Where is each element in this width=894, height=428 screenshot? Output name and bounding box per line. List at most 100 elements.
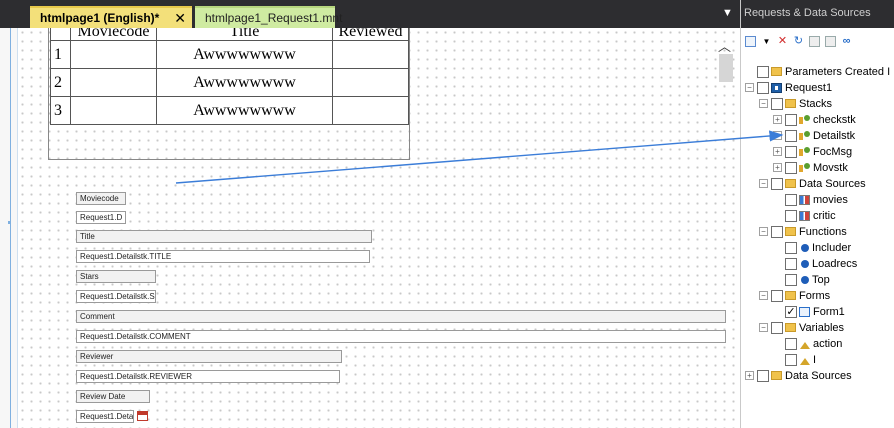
checkbox[interactable] — [785, 113, 797, 126]
table-row[interactable]: 1 Awwwwwwww — [50, 40, 409, 69]
tab-htmlpage1[interactable]: htmlpage1 (English)* ✕ — [30, 6, 192, 28]
dropdown-icon[interactable]: ▼ — [761, 36, 772, 47]
tab-htmlpage1-label: htmlpage1 (English)* — [40, 11, 160, 25]
checkbox-checked[interactable]: ✓ — [785, 305, 797, 318]
report-grid[interactable]: Moviecode Title Reviewed 1 Awwwwwwww 2 A… — [50, 28, 409, 125]
cell-reviewed — [332, 68, 409, 97]
tree-item-request1[interactable]: − Request1 — [745, 80, 832, 95]
checkbox[interactable] — [757, 369, 769, 382]
collapse-icon[interactable]: − — [745, 83, 754, 92]
tree-item-forms[interactable]: − Forms — [759, 288, 830, 303]
checkbox[interactable] — [771, 177, 783, 190]
label-reviewer[interactable]: Reviewer — [76, 350, 342, 363]
label-review-date[interactable]: Review Date — [76, 390, 150, 403]
tree-item-label: I — [813, 353, 817, 366]
checkbox[interactable] — [771, 321, 783, 334]
tree-item-root-data-sources[interactable]: + Data Sources — [745, 368, 852, 383]
tree-item-i[interactable]: I — [785, 352, 816, 367]
checkbox[interactable] — [771, 97, 783, 110]
checkbox[interactable] — [785, 209, 797, 222]
panel-title: Requests & Data Sources — [741, 0, 894, 28]
tree-item-stacks[interactable]: − Stacks — [759, 96, 832, 111]
tab-request1-mnt[interactable]: htmlpage1_Request1.mnt — [195, 6, 342, 28]
table-row[interactable]: 3 Awwwwwwww — [50, 96, 409, 125]
tree-item-label: action — [813, 337, 843, 350]
tree-item-critic[interactable]: critic — [785, 208, 836, 223]
ruler-marker — [8, 221, 11, 224]
field-review-date[interactable]: Request1.Detailstk — [76, 410, 134, 423]
tree-item-functions[interactable]: − Functions — [759, 224, 847, 239]
checkbox[interactable] — [785, 145, 797, 158]
field-title[interactable]: Request1.Detailstk.TITLE — [76, 250, 370, 263]
field-stars[interactable]: Request1.Detailstk.S — [76, 290, 156, 303]
checkbox[interactable] — [757, 65, 769, 78]
field-moviecode[interactable]: Request1.D — [76, 211, 126, 224]
calendar-icon[interactable] — [137, 411, 148, 421]
tree-item-variables[interactable]: − Variables — [759, 320, 844, 335]
checkbox[interactable] — [771, 289, 783, 302]
checkbox[interactable] — [785, 353, 797, 366]
folder-icon — [771, 371, 782, 380]
tree-item-form1[interactable]: ✓ Form1 — [785, 304, 845, 319]
expand-icon[interactable]: + — [745, 371, 754, 380]
scroll-up-icon[interactable]: ︿ — [718, 36, 731, 55]
checkbox[interactable] — [785, 193, 797, 206]
expand-icon[interactable]: + — [773, 163, 782, 172]
tree-item-label: Parameters Created I — [785, 65, 891, 78]
label-moviecode[interactable]: Moviecode — [76, 192, 126, 205]
folder-icon — [785, 99, 796, 108]
tab-dropdown-icon[interactable]: ▼ — [722, 7, 733, 19]
field-reviewer[interactable]: Request1.Detailstk.REVIEWER — [76, 370, 340, 383]
expand-icon[interactable]: + — [773, 147, 782, 156]
checkbox[interactable] — [785, 257, 797, 270]
tree-item-movies[interactable]: movies — [785, 192, 848, 207]
expand-icon[interactable]: + — [773, 115, 782, 124]
folder-icon — [785, 227, 796, 236]
design-canvas[interactable]: Moviecode Title Reviewed 1 Awwwwwwww 2 A… — [0, 28, 740, 428]
tree-item-checkstk[interactable]: + checkstk — [773, 112, 856, 127]
tree-item-parameters[interactable]: Parameters Created I — [757, 64, 890, 79]
link-icon[interactable]: ∞ — [841, 36, 852, 47]
tree-item-label: Stacks — [799, 97, 833, 110]
checkbox[interactable] — [785, 273, 797, 286]
table-row[interactable]: 2 Awwwwwwww — [50, 68, 409, 97]
grid-icon[interactable] — [825, 36, 836, 47]
properties-icon[interactable] — [809, 36, 820, 47]
tree-item-data-sources[interactable]: − Data Sources — [759, 176, 866, 191]
new-icon[interactable] — [745, 36, 756, 47]
collapse-icon[interactable]: − — [759, 323, 768, 332]
tree-item-movstk[interactable]: + Movstk — [773, 160, 848, 175]
checkbox[interactable] — [785, 337, 797, 350]
cell-moviecode — [70, 40, 157, 69]
row-number: 1 — [50, 40, 71, 69]
cell-reviewed — [332, 40, 409, 69]
checkbox[interactable] — [785, 129, 797, 142]
checkbox[interactable] — [785, 161, 797, 174]
stack-icon — [799, 162, 810, 173]
tree-item-action[interactable]: action — [785, 336, 842, 351]
tree-item-loadrecs[interactable]: Loadrecs — [785, 256, 857, 271]
checkbox[interactable] — [757, 81, 769, 94]
collapse-icon[interactable]: − — [759, 227, 768, 236]
expand-icon[interactable]: + — [773, 131, 782, 140]
checkbox[interactable] — [785, 241, 797, 254]
tree-item-detailstk[interactable]: + Detailstk — [773, 128, 855, 143]
field-comment[interactable]: Request1.Detailstk.COMMENT — [76, 330, 726, 343]
label-stars[interactable]: Stars — [76, 270, 156, 283]
label-title[interactable]: Title — [76, 230, 372, 243]
label-comment[interactable]: Comment — [76, 310, 726, 323]
scrollbar-thumb[interactable] — [719, 54, 733, 82]
delete-icon[interactable]: ✕ — [777, 36, 788, 47]
checkbox[interactable] — [771, 225, 783, 238]
close-icon[interactable]: ✕ — [174, 10, 186, 27]
form-icon — [799, 306, 810, 317]
refresh-icon[interactable]: ↻ — [793, 36, 804, 47]
tree-item-top[interactable]: Top — [785, 272, 830, 287]
collapse-icon[interactable]: − — [759, 99, 768, 108]
collapse-icon[interactable]: − — [759, 291, 768, 300]
tree-item-focmsg[interactable]: + FocMsg — [773, 144, 852, 159]
requests-data-sources-panel: Requests & Data Sources ▼ ✕ ↻ ∞ Paramete… — [740, 0, 894, 428]
collapse-icon[interactable]: − — [759, 179, 768, 188]
tab-request1-mnt-label: htmlpage1_Request1.mnt — [205, 11, 343, 25]
tree-item-includer[interactable]: Includer — [785, 240, 851, 255]
